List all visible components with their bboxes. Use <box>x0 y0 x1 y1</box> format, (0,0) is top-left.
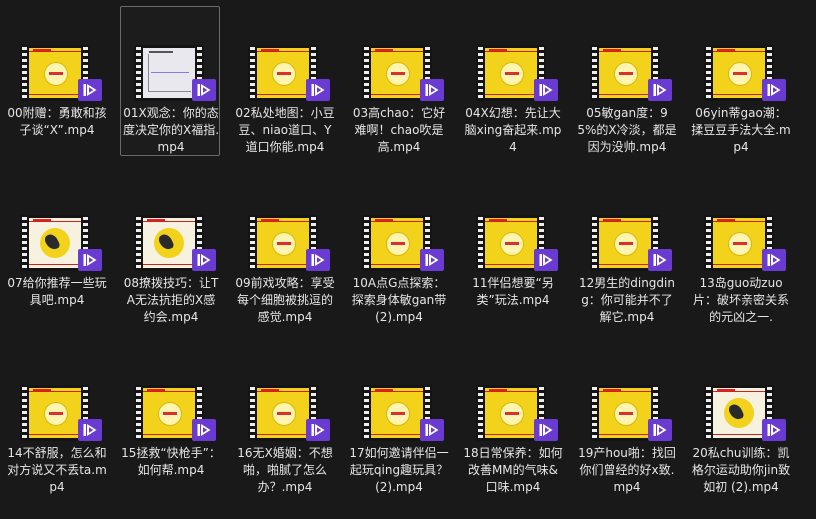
file-name-label: 00附赠：勇敢和孩子谈“X”.mp4 <box>7 106 107 137</box>
file-name-label: 02私处地图：小豆豆、niao道口、Y道口你能.mp4 <box>235 106 335 154</box>
video-player-icon <box>78 419 102 441</box>
file-grid: 00附赠：勇敢和孩子谈“X”.mp4 01X观念：你的态度决定你的X福指.mp4 0… <box>0 0 816 519</box>
video-thumbnail <box>476 215 558 271</box>
file-name-label: 17如何邀请伴侣一起玩qing趣玩具？ (2).mp4 <box>349 446 449 494</box>
file-name-label: 16无X婚姻：不想啪，啪腻了怎么办？.mp4 <box>237 446 333 494</box>
file-name-label: 11伴侣想要“另类”玩法.mp4 <box>472 276 554 307</box>
file-name-label: 09前戏攻略：享受每个细胞被挑逗的感觉.mp4 <box>235 276 335 324</box>
video-thumbnail <box>362 215 444 271</box>
file-item[interactable]: 03高chao：它好难啊！chao吹是高.mp4 <box>348 44 448 154</box>
video-player-icon <box>420 419 444 441</box>
video-player-icon <box>648 419 672 441</box>
file-name-label: 13岛guo动zuo片：破坏亲密关系的元凶之一. <box>692 276 789 324</box>
video-player-icon <box>306 79 330 101</box>
file-item[interactable]: 12男生的dingding：你可能并不了解它.mp4 <box>576 214 676 324</box>
file-item[interactable]: 14不舒服，怎么和对方说又不丢ta.mp4 <box>6 384 107 494</box>
video-player-icon <box>306 419 330 441</box>
file-name-label: 04X幻想：先让大脑xing奋起来.mp4 <box>464 106 562 154</box>
video-player-icon <box>534 419 558 441</box>
video-player-icon <box>306 249 330 271</box>
file-name-label: 07给你推荐一些玩具吧.mp4 <box>7 276 107 307</box>
file-item[interactable]: 00附赠：勇敢和孩子谈“X”.mp4 <box>6 44 107 154</box>
file-item[interactable]: 20私chu训练：凯格尔运动助你jin致如初 (2).mp4 <box>690 384 790 494</box>
video-player-icon <box>762 79 786 101</box>
file-item[interactable]: 09前戏攻略：享受每个细胞被挑逗的感觉.mp4 <box>234 214 335 324</box>
file-item[interactable]: 13岛guo动zuo片：破坏亲密关系的元凶之一. <box>690 214 790 324</box>
video-player-icon <box>420 249 444 271</box>
video-thumbnail <box>248 385 330 441</box>
video-player-icon <box>192 79 216 101</box>
video-player-icon <box>534 249 558 271</box>
video-player-icon <box>192 419 216 441</box>
file-name-label: 01X观念：你的态度决定你的X福指.mp4 <box>122 106 220 154</box>
file-name-label: 20私chu训练：凯格尔运动助你jin致如初 (2).mp4 <box>691 446 791 494</box>
video-thumbnail <box>134 45 216 101</box>
file-item[interactable]: 06yin蒂gao潮：揉豆豆手法大全.mp4 <box>690 44 791 154</box>
video-player-icon <box>762 249 786 271</box>
file-item[interactable]: 04X幻想：先让大脑xing奋起来.mp4 <box>462 44 562 154</box>
video-thumbnail <box>476 385 558 441</box>
video-player-icon <box>648 249 672 271</box>
video-thumbnail <box>20 385 102 441</box>
video-thumbnail <box>362 45 444 101</box>
file-name-label: 14不舒服，怎么和对方说又不丢ta.mp4 <box>7 446 107 494</box>
video-thumbnail <box>704 215 786 271</box>
file-name-label: 12男生的dingding：你可能并不了解它.mp4 <box>578 276 675 324</box>
file-item[interactable]: 02私处地图：小豆豆、niao道口、Y道口你能.mp4 <box>234 44 335 154</box>
video-player-icon <box>420 79 444 101</box>
file-name-label: 15拯救“快枪手”：如何帮.mp4 <box>121 446 221 477</box>
file-item[interactable]: 10A点G点探索：探索身体敏gan带 (2).mp4 <box>348 214 448 324</box>
video-thumbnail <box>704 385 786 441</box>
file-item[interactable]: 11伴侣想要“另类”玩法.mp4 <box>462 214 562 324</box>
file-item[interactable]: 01X观念：你的态度决定你的X福指.mp4 <box>120 6 220 156</box>
video-thumbnail <box>704 45 786 101</box>
video-player-icon <box>534 79 558 101</box>
video-thumbnail <box>476 45 558 101</box>
file-item[interactable]: 19产hou啪：找回你们曾经的好x致.mp4 <box>576 384 676 494</box>
file-name-label: 06yin蒂gao潮：揉豆豆手法大全.mp4 <box>691 106 791 154</box>
video-thumbnail <box>590 45 672 101</box>
video-thumbnail <box>248 215 330 271</box>
video-thumbnail <box>134 215 216 271</box>
video-thumbnail <box>590 215 672 271</box>
video-player-icon <box>78 79 102 101</box>
video-thumbnail <box>590 385 672 441</box>
video-player-icon <box>648 79 672 101</box>
file-item[interactable]: 07给你推荐一些玩具吧.mp4 <box>6 214 107 324</box>
video-thumbnail <box>248 45 330 101</box>
file-item[interactable]: 05敏gan度：95%的X冷淡，都是因为没帅.mp4 <box>576 44 677 154</box>
video-thumbnail <box>20 215 102 271</box>
file-item[interactable]: 18日常保养：如何改善MM的气味&口味.mp4 <box>462 384 563 494</box>
video-thumbnail <box>362 385 444 441</box>
video-player-icon <box>762 419 786 441</box>
video-thumbnail <box>134 385 216 441</box>
file-item[interactable]: 08撩拨技巧：让TA无法抗拒的X感约会.mp4 <box>120 214 220 324</box>
video-player-icon <box>192 249 216 271</box>
file-name-label: 19产hou啪：找回你们曾经的好x致.mp4 <box>578 446 676 494</box>
file-name-label: 05敏gan度：95%的X冷淡，都是因为没帅.mp4 <box>577 106 677 154</box>
file-item[interactable]: 17如何邀请伴侣一起玩qing趣玩具？ (2).mp4 <box>348 384 449 494</box>
file-item[interactable]: 16无X婚姻：不想啪，啪腻了怎么办？.mp4 <box>234 384 334 494</box>
file-name-label: 08撩拨技巧：让TA无法抗拒的X感约会.mp4 <box>123 276 219 324</box>
file-name-label: 18日常保养：如何改善MM的气味&口味.mp4 <box>463 446 563 494</box>
file-item[interactable]: 15拯救“快枪手”：如何帮.mp4 <box>120 384 221 494</box>
file-name-label: 10A点G点探索：探索身体敏gan带 (2).mp4 <box>351 276 447 324</box>
video-player-icon <box>78 249 102 271</box>
video-thumbnail <box>20 45 102 101</box>
file-name-label: 03高chao：它好难啊！chao吹是高.mp4 <box>352 106 446 154</box>
